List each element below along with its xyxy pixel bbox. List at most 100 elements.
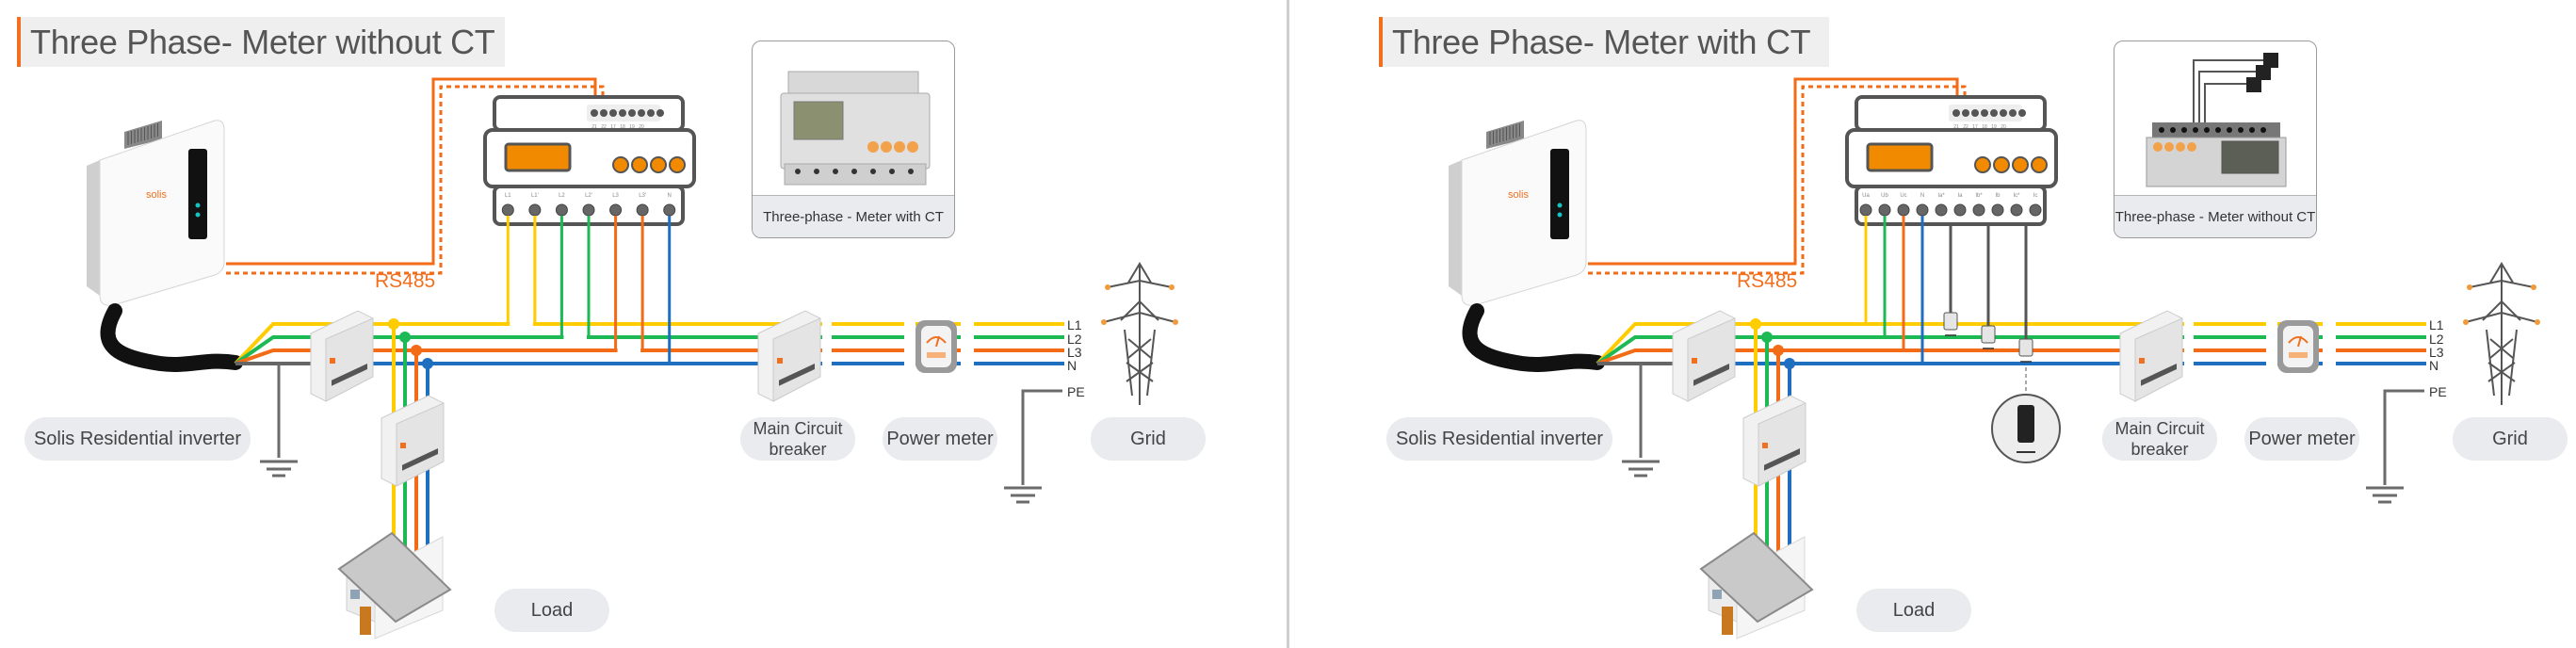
label-main-breaker: Main Circuit breaker xyxy=(740,417,855,461)
junction-l1 xyxy=(1750,318,1761,330)
insulator xyxy=(2535,319,2540,325)
house-icon xyxy=(1699,531,1814,640)
meter-top-terminal xyxy=(619,109,626,117)
diagram-group: solis 21 22 17 18 19 20 Ua Ub Uc N Ia* Ia Ib* Ib Ic* Ic xyxy=(1449,77,2540,640)
panel-meter-without-ct: Three Phase- Meter without CT solis 21 22 1… xyxy=(0,0,1287,648)
meter-top-terminal xyxy=(638,109,645,117)
meter-bottom-terminal xyxy=(2029,203,2042,217)
meter-top-terminal xyxy=(2009,109,2017,117)
inverter-display-panel xyxy=(1550,149,1569,239)
meter-bottom-terminal xyxy=(1935,203,1948,217)
junction-l2 xyxy=(399,332,411,343)
panel-meter-with-ct: Three Phase- Meter with CT solis 21 22 17 18… xyxy=(1289,0,2576,648)
inverter-ac-cable xyxy=(1462,303,1605,372)
meter-top-terminal-label: 20 xyxy=(2001,124,2006,130)
meter-top-terminal xyxy=(1990,109,1998,117)
meter-top-terminal xyxy=(1971,109,1979,117)
solis-inverter-icon: solis xyxy=(1449,120,1587,306)
power-meter-icon xyxy=(915,320,957,373)
pe-wire xyxy=(1021,389,1062,485)
meter-top-terminal-label: 22 xyxy=(1963,124,1968,130)
bus-gap xyxy=(2266,318,2277,369)
meter-bottom-terminal-label: N xyxy=(1920,193,1924,199)
house-window xyxy=(350,590,360,599)
meter-bottom-terminal xyxy=(582,203,595,217)
meter-top-terminal-label: 21 xyxy=(591,124,597,130)
meter-top-terminal xyxy=(2000,109,2007,117)
diagram-group: solis 21 22 17 18 19 20 L1 L1' L2 L2' L3 L3' N xyxy=(87,77,1178,640)
ct-clamp-icon xyxy=(1943,312,1958,331)
meter-bottom-terminal-label: N xyxy=(668,193,672,199)
inverter-led xyxy=(195,212,201,218)
breaker-indicator xyxy=(330,358,335,364)
meter-top-terminal xyxy=(1952,109,1960,117)
inverter-display-panel xyxy=(188,149,207,239)
meter-top-terminal xyxy=(591,109,598,117)
meter-button xyxy=(612,156,629,173)
smart-meter-icon: 21 22 17 18 19 20 L1 L1' L2 L2' L3 L3' N xyxy=(483,95,696,226)
wiring-diagram: solis 21 22 17 18 19 20 L1 L1' L2 L2' L3 L3' N xyxy=(87,77,1178,640)
insulator xyxy=(2463,319,2469,325)
label-main-breaker: Main Circuit breaker xyxy=(2102,417,2217,461)
line-label-pe: PE xyxy=(2429,384,2447,399)
bus-gap xyxy=(2184,318,2194,369)
label-inverter: Solis Residential inverter xyxy=(1386,417,1612,461)
insulator xyxy=(1101,319,1107,325)
power-meter-readout xyxy=(2289,352,2308,358)
label-power-meter: Power meter xyxy=(2244,417,2359,461)
meter-button xyxy=(650,156,667,173)
inverter-logo: solis xyxy=(1508,189,1530,201)
meter-top-terminal-label: 18 xyxy=(1982,124,1987,130)
meter-top-terminal xyxy=(628,109,636,117)
wiring-diagram: solis 21 22 17 18 19 20 Ua Ub Uc N Ia* Ia Ib* Ib Ic* Ic xyxy=(1449,77,2540,640)
line-label-l1: L1 xyxy=(1067,317,1082,332)
junction-l2 xyxy=(1761,332,1773,343)
meter-bottom-terminal xyxy=(1972,203,1985,217)
meter-bottom-terminal-label: Uc xyxy=(1900,193,1906,199)
meter-top-terminal xyxy=(647,109,655,117)
inverter-side xyxy=(1449,160,1462,296)
meter-bottom-terminal xyxy=(609,203,623,217)
meter-bottom-terminal-label: Ua xyxy=(1862,193,1870,199)
inverter-led xyxy=(1557,212,1563,218)
meter-button xyxy=(1974,156,1991,173)
bus-gap xyxy=(2323,318,2336,369)
meter-button xyxy=(2012,156,2029,173)
line-label-pe: PE xyxy=(1067,384,1085,399)
ct-clamp-icon xyxy=(2018,338,2033,357)
meter-button xyxy=(2031,156,2048,173)
insulator xyxy=(1173,319,1178,325)
solis-inverter-icon: solis xyxy=(87,120,225,306)
junction-n xyxy=(1784,358,1795,369)
transmission-tower-icon xyxy=(2463,262,2540,405)
junction-l3 xyxy=(411,345,422,356)
junction-l1 xyxy=(388,318,399,330)
meter-bottom-terminal-label: L2 xyxy=(559,193,565,199)
meter-bottom-terminal xyxy=(528,203,542,217)
meter-photo xyxy=(780,71,931,186)
ct-detail-icon xyxy=(2017,405,2034,443)
meter-button xyxy=(631,156,648,173)
meter-bottom-terminal xyxy=(1859,203,1872,217)
insulator xyxy=(1169,284,1175,290)
breaker-indicator xyxy=(1692,358,1697,364)
meter-bottom-terminal xyxy=(663,203,676,217)
inverter-ac-cable xyxy=(100,303,243,372)
meter-bottom-terminal-label: L1 xyxy=(505,193,511,199)
meter-top-terminal-label: 19 xyxy=(629,124,635,130)
label-power-meter: Power meter xyxy=(883,417,997,461)
meter-bottom-terminal xyxy=(636,203,649,217)
meter-top-terminal xyxy=(1981,109,1988,117)
meter-bottom-terminal-label: L1' xyxy=(531,193,539,199)
meter-top-terminal-label: 17 xyxy=(610,124,616,130)
meter-top-terminal-label: 18 xyxy=(620,124,625,130)
label-load: Load xyxy=(1856,589,1971,632)
meter-photo-card: Three-phase - Meter without CT xyxy=(2114,40,2317,238)
power-meter-icon xyxy=(2277,320,2319,373)
meter-bottom-terminal xyxy=(1897,203,1910,217)
bus-gap xyxy=(961,318,974,369)
meter-top-terminal-label: 17 xyxy=(1972,124,1978,130)
bus-gap xyxy=(822,318,832,369)
label-inverter: Solis Residential inverter xyxy=(24,417,251,461)
house-icon xyxy=(337,531,452,640)
